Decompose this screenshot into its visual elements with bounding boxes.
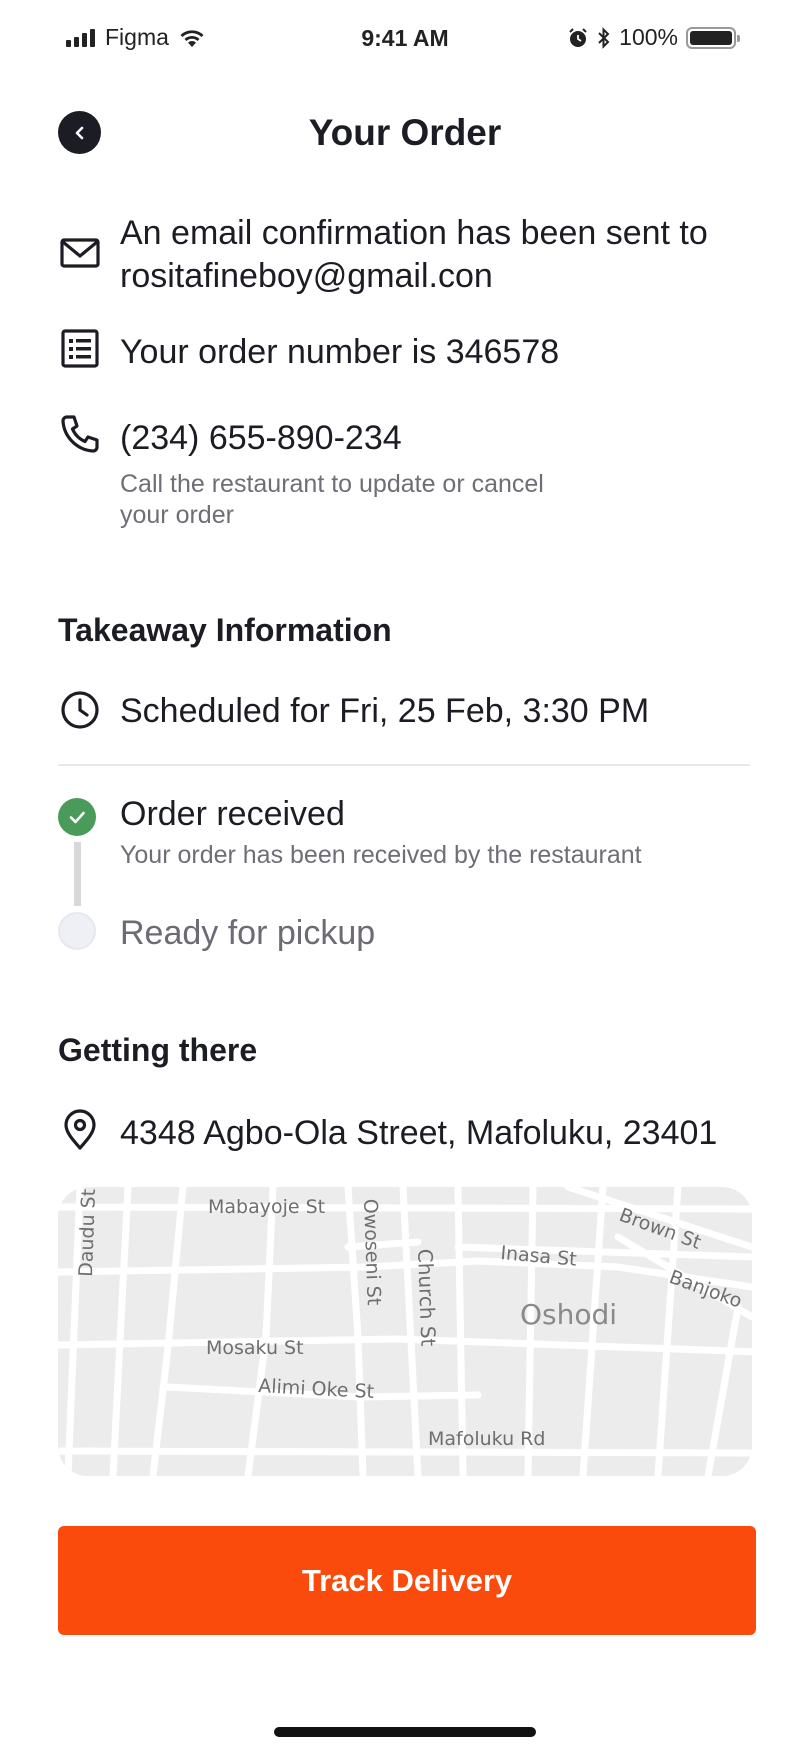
phone-icon[interactable] [58,412,102,456]
bluetooth-icon [598,26,610,49]
mail-icon [58,231,102,275]
takeaway-title: Takeaway Information [58,612,392,648]
map-label-mosaku: Mosaku St [206,1337,304,1359]
scheduled-time: Scheduled for Fri, 25 Feb, 3:30 PM [120,692,650,730]
divider [58,764,750,766]
battery-percent: 100% [619,24,678,50]
map-label-oshodi: Oshodi [520,1298,617,1331]
step-ready-for-pickup-label: Ready for pickup [120,914,376,952]
map-label-church: Church St [413,1248,440,1347]
getting-there-title: Getting there [58,1032,258,1068]
map-view[interactable]: Mabayoje St Daudu St Owoseni St Church S… [58,1187,752,1476]
order-number: Your order number is 346578 [120,333,560,371]
email-confirmation-address: rositafineboy@gmail.con [120,257,493,295]
step-pending-indicator [58,912,96,950]
map-label-mabayoje: Mabayoje St [208,1196,325,1218]
status-right: 100% [567,24,740,51]
step-order-received-detail: Your order has been received by the rest… [120,841,642,869]
battery-icon [686,26,740,49]
page-title: Your Order [308,112,502,153]
email-confirmation-line1: An email confirmation has been sent to [120,214,708,252]
step-order-received-label: Order received [120,795,345,833]
map-label-owoseni: Owoseni St [359,1198,385,1305]
home-indicator[interactable] [274,1727,536,1737]
track-delivery-button[interactable]: Track Delivery [58,1526,756,1635]
step-check-icon [58,798,96,836]
location-pin-icon [58,1108,102,1152]
map-label-daudu: Daudu St [75,1188,100,1277]
step-connector [74,842,81,906]
alarm-icon [569,27,587,47]
status-bar: Figma 9:41 AM 100% [0,0,810,80]
delivery-address: 4348 Agbo-Ola Street, Mafoluku, 23401 [120,1114,718,1152]
clock-icon [58,688,102,732]
map-label-mafoluku: Mafoluku Rd [428,1428,545,1450]
phone-note-line1: Call the restaurant to update or cancel [120,470,544,498]
phone-note-line2: your order [120,501,234,529]
restaurant-phone[interactable]: (234) 655-890-234 [120,417,402,460]
receipt-list-icon [58,327,102,371]
